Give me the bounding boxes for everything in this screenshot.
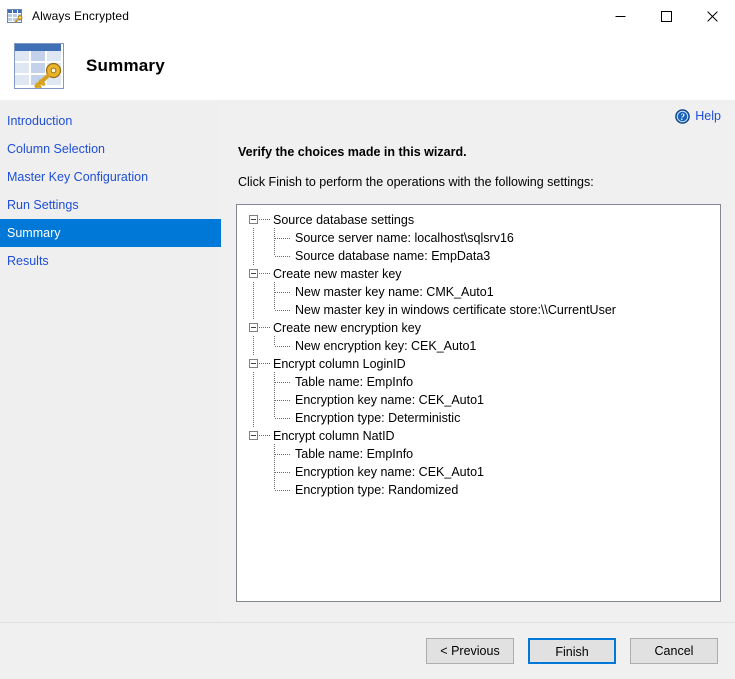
wizard-steps-sidebar: Introduction Column Selection Master Key… bbox=[0, 100, 221, 622]
title-bar: Always Encrypted bbox=[0, 0, 735, 32]
sidebar-item-label: Introduction bbox=[7, 114, 73, 128]
sidebar-item-results[interactable]: Results bbox=[0, 247, 221, 275]
sidebar-item-label: Results bbox=[7, 254, 49, 268]
help-circle-icon: ? bbox=[675, 108, 691, 124]
tree-node-child[interactable]: Encryption key name: CEK_Auto1 bbox=[247, 390, 720, 410]
wizard-footer: < Previous Finish Cancel bbox=[0, 622, 735, 679]
tree-node-label: Create new encryption key bbox=[273, 321, 421, 335]
always-encrypted-wizard-window: Always Encrypted Summary Introduction Co… bbox=[0, 0, 735, 679]
page-title: Summary bbox=[86, 56, 165, 75]
minimize-button[interactable] bbox=[597, 0, 643, 32]
main-content: ? Help Verify the choices made in this w… bbox=[221, 100, 735, 622]
table-key-icon bbox=[13, 42, 65, 90]
sidebar-item-label: Master Key Configuration bbox=[7, 170, 149, 184]
verify-heading: Verify the choices made in this wizard. bbox=[238, 145, 467, 159]
tree-node-label: Table name: EmpInfo bbox=[295, 375, 414, 389]
tree-node-root[interactable]: Create new encryption key bbox=[247, 319, 720, 337]
window-body: Introduction Column Selection Master Key… bbox=[0, 100, 735, 622]
sidebar-item-master-key-configuration[interactable]: Master Key Configuration bbox=[0, 163, 221, 191]
key-glyph-icon bbox=[14, 14, 23, 23]
title-bar-left: Always Encrypted bbox=[0, 8, 129, 25]
sidebar-item-column-selection[interactable]: Column Selection bbox=[0, 135, 221, 163]
tree-node-label: Encryption key name: CEK_Auto1 bbox=[295, 393, 484, 407]
collapse-box-icon[interactable] bbox=[249, 269, 258, 278]
tree-node-root[interactable]: Encrypt column LoginID bbox=[247, 355, 720, 373]
close-button[interactable] bbox=[689, 0, 735, 32]
tree-node-label: Encryption type: Deterministic bbox=[295, 411, 461, 425]
window-title: Always Encrypted bbox=[32, 9, 129, 23]
sidebar-item-summary[interactable]: Summary bbox=[0, 219, 221, 247]
tree-node-root[interactable]: Encrypt column NatID bbox=[247, 427, 720, 445]
tree-node-child[interactable]: Source server name: localhost\sqlsrv16 bbox=[247, 228, 720, 248]
tree-node-child[interactable]: Source database name: EmpData3 bbox=[247, 246, 720, 266]
sidebar-item-run-settings[interactable]: Run Settings bbox=[0, 191, 221, 219]
tree-node-child[interactable]: Encryption type: Randomized bbox=[247, 480, 720, 499]
tree-node-label: Encryption key name: CEK_Auto1 bbox=[295, 465, 484, 479]
key-glyph-icon bbox=[34, 62, 62, 88]
tree-node-label: Encrypt column LoginID bbox=[273, 357, 406, 371]
tree-node-label: Source database settings bbox=[273, 213, 415, 227]
tree-node-child[interactable]: Encryption key name: CEK_Auto1 bbox=[247, 462, 720, 482]
help-label: Help bbox=[695, 109, 721, 123]
cancel-button[interactable]: Cancel bbox=[630, 638, 718, 664]
collapse-box-icon[interactable] bbox=[249, 215, 258, 224]
summary-tree: Source database settings Source server n… bbox=[237, 211, 720, 499]
sidebar-item-label: Summary bbox=[7, 226, 61, 240]
collapse-box-icon[interactable] bbox=[249, 431, 258, 440]
close-icon bbox=[706, 10, 718, 22]
tree-node-child[interactable]: Encryption type: Deterministic bbox=[247, 408, 720, 428]
maximize-button[interactable] bbox=[643, 0, 689, 32]
tree-node-label: Table name: EmpInfo bbox=[295, 447, 414, 461]
summary-tree-panel[interactable]: Source database settings Source server n… bbox=[236, 204, 721, 602]
sidebar-item-label: Column Selection bbox=[7, 142, 105, 156]
collapse-box-icon[interactable] bbox=[249, 323, 258, 332]
tree-node-root[interactable]: Create new master key bbox=[247, 265, 720, 283]
tree-node-child[interactable]: New master key in windows certificate st… bbox=[247, 300, 720, 320]
sidebar-item-label: Run Settings bbox=[7, 198, 79, 212]
tree-node-label: Source server name: localhost\sqlsrv16 bbox=[295, 231, 514, 245]
tree-node-label: New master key name: CMK_Auto1 bbox=[295, 285, 494, 299]
previous-button[interactable]: < Previous bbox=[426, 638, 514, 664]
always-encrypted-icon bbox=[7, 8, 24, 25]
maximize-icon bbox=[660, 10, 672, 22]
collapse-box-icon[interactable] bbox=[249, 359, 258, 368]
tree-node-child[interactable]: Table name: EmpInfo bbox=[247, 372, 720, 392]
window-controls bbox=[597, 0, 735, 32]
tree-node-child[interactable]: Table name: EmpInfo bbox=[247, 444, 720, 464]
tree-node-label: Encrypt column NatID bbox=[273, 429, 395, 443]
minimize-icon bbox=[615, 15, 625, 17]
tree-node-child[interactable]: New encryption key: CEK_Auto1 bbox=[247, 336, 720, 356]
svg-text:?: ? bbox=[681, 112, 686, 122]
instruction-text: Click Finish to perform the operations w… bbox=[238, 175, 594, 189]
tree-node-child[interactable]: New master key name: CMK_Auto1 bbox=[247, 282, 720, 302]
help-link[interactable]: ? Help bbox=[675, 108, 721, 124]
tree-node-label: New master key in windows certificate st… bbox=[295, 303, 616, 317]
tree-node-label: Encryption type: Randomized bbox=[295, 483, 459, 497]
page-header: Summary bbox=[0, 32, 735, 100]
tree-node-label: Create new master key bbox=[273, 267, 402, 281]
tree-node-label: Source database name: EmpData3 bbox=[295, 249, 491, 263]
tree-node-root[interactable]: Source database settings bbox=[247, 211, 720, 229]
finish-button[interactable]: Finish bbox=[528, 638, 616, 664]
help-row: ? Help bbox=[236, 100, 721, 128]
tree-node-label: New encryption key: CEK_Auto1 bbox=[295, 339, 477, 353]
sidebar-item-introduction[interactable]: Introduction bbox=[0, 107, 221, 135]
